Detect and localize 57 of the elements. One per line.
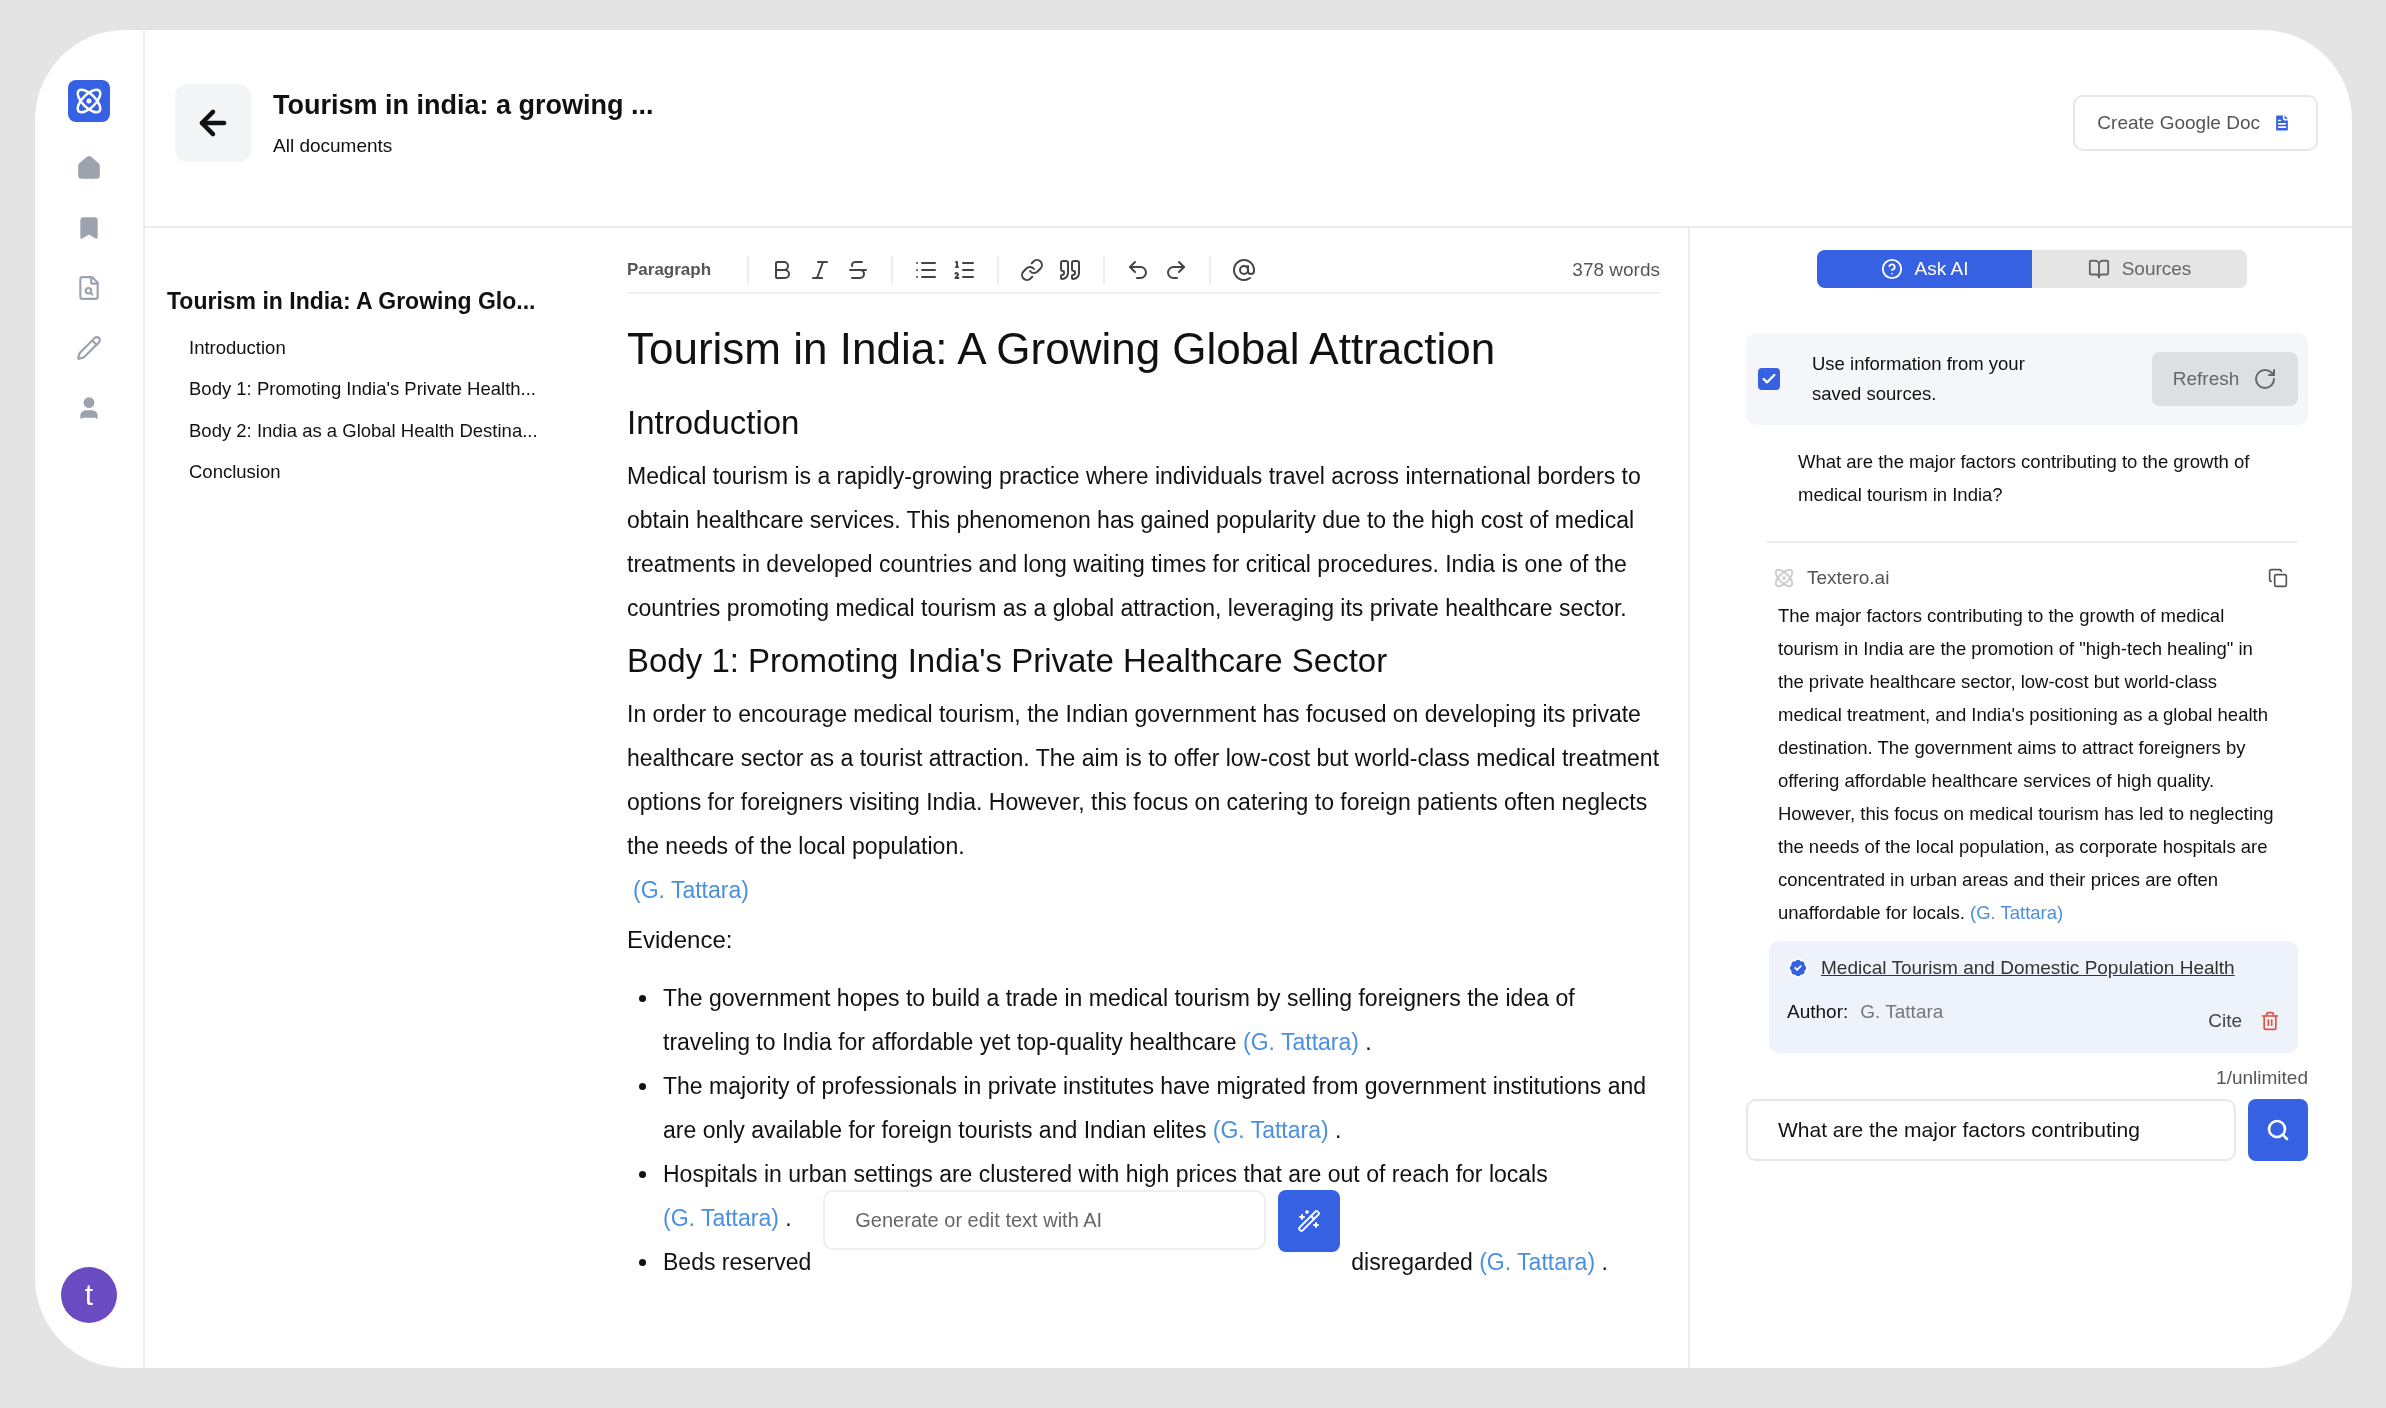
user-question: What are the major factors contributing to the growth of medical tourism in India? (1766, 425, 2298, 543)
search-button[interactable] (2248, 1099, 2308, 1161)
block-type-dropdown[interactable]: Paragraph (627, 260, 734, 280)
help-icon (1880, 258, 1903, 280)
paragraph: In order to encourage medical tourism, the Indian government has focused on developing its private healthcare sector as a tourist attraction. The aim is to offer low-cost but world-class medical treatment options for foreigners visiting India. However, this focus on catering to foreign patients often neglects the needs of the local population. (627, 700, 1660, 861)
refresh-icon (2253, 367, 2278, 391)
sources-option-label: Use information from your saved sources. (1812, 352, 2026, 406)
document-heading: Tourism in India: A Growing Global Attraction (627, 324, 1497, 374)
assistant-avatar-icon (1773, 567, 1795, 589)
bullet-text: Beds reserved (663, 1249, 812, 1275)
outline-item[interactable]: Conclusion (167, 451, 580, 493)
home-icon[interactable] (76, 155, 102, 181)
section-heading: Introduction (627, 404, 801, 442)
copy-icon[interactable] (2268, 568, 2288, 588)
outline-title[interactable]: Tourism in India: A Growing Glo... (167, 288, 580, 315)
author-label: Author: (1787, 1001, 1849, 1023)
assistant-name: Textero.ai (1807, 567, 1890, 589)
sources-checkbox[interactable] (1758, 368, 1780, 390)
bullet-text: The majority of professionals in private institutes have migrated from government institutions and are only available for foreign tourists and Indian elites (G. Tattara) . (663, 1072, 1648, 1145)
question-input[interactable]: What are the major factors contributing (1746, 1099, 2236, 1161)
word-count: 378 words (1572, 259, 1660, 281)
create-google-doc-button[interactable]: Create Google Doc (2073, 95, 2318, 151)
section-heading: Body 1: Promoting India's Private Healthcare Sector (627, 642, 1389, 680)
breadcrumb-link[interactable]: All documents (273, 134, 2052, 157)
panel-tab[interactable]: Ask AI (1817, 250, 2032, 288)
document-title: Tourism in india: a growing ... (273, 89, 655, 121)
evidence-label: Evidence: (627, 925, 734, 955)
trash-icon[interactable] (2260, 1011, 2280, 1031)
outline-item[interactable]: Introduction (167, 327, 580, 369)
refresh-button[interactable]: Refresh (2152, 352, 2298, 406)
quote-icon (1058, 258, 1083, 282)
assistant-answer: The major factors contributing to the growth of medical tourism in India are the promotion of "high-tech healing" in the private healthcare sector, low-cost but world-class medical treatment, and India's positioning as a global health destination. The government aims to attract foreigners by offering affordable healthcare services of high quality. However, this focus on medical tourism has led to neglecting the needs of the local population, as corporate hospitals are concentrated in urban areas and their prices are often unaffordable for locals. (G. Tattara) (1777, 604, 2275, 925)
outline-item[interactable]: Body 1: Promoting India's Private Health... (167, 368, 580, 410)
back-button[interactable] (175, 84, 251, 162)
verified-icon (1787, 957, 1809, 979)
book-icon (2087, 258, 2110, 280)
outline-item[interactable]: Body 2: India as a Global Health Destina... (167, 410, 580, 452)
usage-counter: 1/unlimited (2216, 1067, 2308, 1089)
bullet-dot (639, 1083, 646, 1090)
search-icon (2266, 1118, 2290, 1142)
bullet-text: The government hopes to build a trade in medical tourism by selling foreigners the idea of traveling to India for affordable yet top-quality healthcare (G. Tattara) . (663, 984, 1576, 1057)
bullet-text: disregarded (G. Tattara) . (1351, 1249, 1608, 1275)
link-icon (1020, 258, 1045, 282)
ai-generate-button[interactable] (1278, 1190, 1341, 1252)
at-sign-icon (1232, 258, 1257, 282)
bullet-dot (639, 1259, 646, 1266)
numbered-list-icon (952, 258, 977, 282)
user-avatar[interactable]: t (61, 1267, 117, 1323)
magic-wand-icon (1297, 1209, 1322, 1233)
app-logo[interactable] (68, 80, 110, 122)
ai-prompt-field[interactable]: Generate or edit text with AI (823, 1190, 1267, 1250)
paragraph: Medical tourism is a rapidly-growing practice where individuals travel across international borders to obtain healthcare services. This phenomenon has gained popularity due to the high cost of medical treatments in developed countries and long waiting times for critical procedures. India is one of the countries promoting medical tourism as a global attraction, leveraging its private healthcare sector. (627, 462, 1642, 623)
cite-button[interactable]: Cite (2202, 1009, 2248, 1033)
author-name: G. Tattara (1860, 1001, 1944, 1023)
bullet-dot (639, 1171, 646, 1178)
bullet-dot (639, 995, 646, 1002)
source-title-link[interactable]: Medical Tourism and Domestic Population Health (1821, 957, 2235, 979)
